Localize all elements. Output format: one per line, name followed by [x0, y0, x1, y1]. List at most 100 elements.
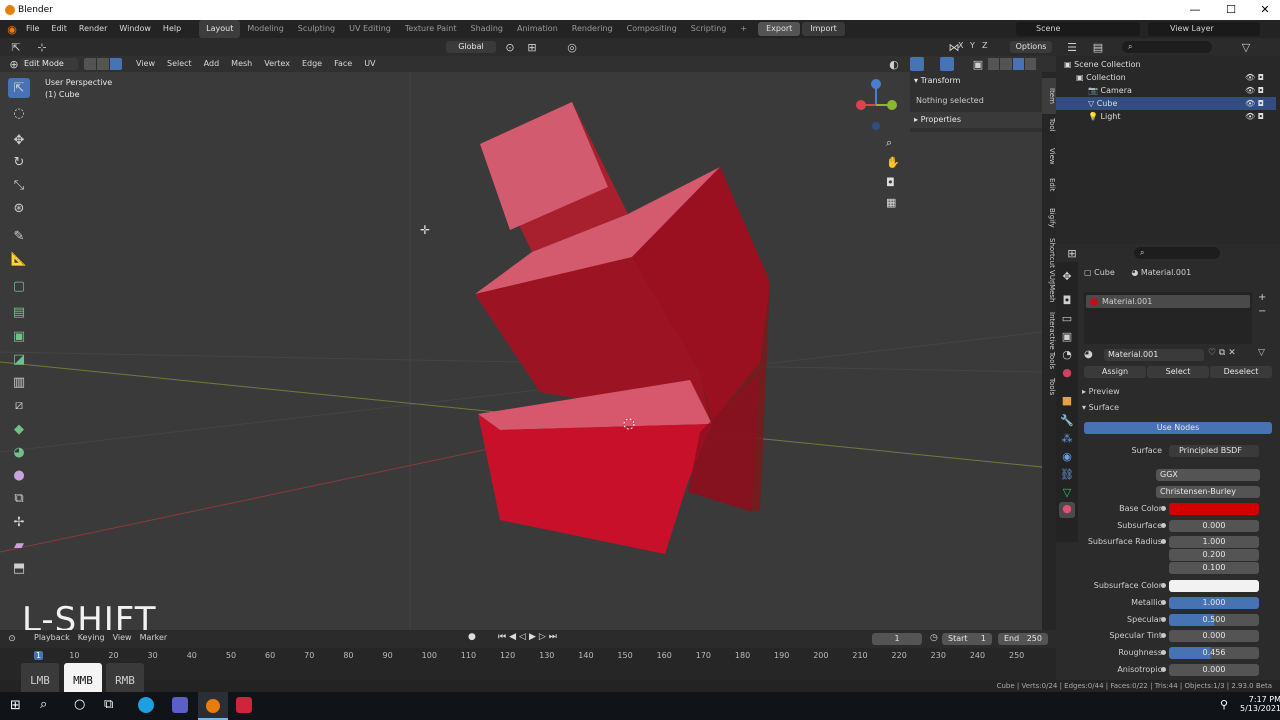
overlay-toggle-icon[interactable] [940, 57, 954, 71]
add-cube-tool-icon[interactable]: ▢ [8, 276, 30, 296]
prop-value-field[interactable]: 0.100 [1169, 562, 1259, 574]
prop-value-field[interactable]: 0.500 [1169, 614, 1259, 626]
surface-shader-field[interactable]: Principled BSDF [1169, 445, 1259, 457]
tab-texture-paint[interactable]: Texture Paint [398, 20, 464, 38]
tool-icon[interactable]: ⇱ [8, 39, 24, 55]
render-props-icon[interactable]: ◘ [1059, 292, 1075, 308]
taskbar-clock[interactable]: 7:17 PM 5/13/2021 [1240, 695, 1280, 713]
tab-sculpting[interactable]: Sculpting [291, 20, 342, 38]
tab-tools[interactable]: Tools [1042, 378, 1056, 395]
menu-window[interactable]: Window [113, 20, 157, 38]
maximize-button[interactable]: ☐ [1214, 0, 1248, 20]
keyframe-dot-icon[interactable] [1161, 539, 1166, 544]
tab-modeling[interactable]: Modeling [240, 20, 290, 38]
cursor-tool-icon[interactable]: ◌ [8, 103, 30, 123]
assign-button[interactable]: Assign [1084, 366, 1146, 378]
rendered-shading-icon[interactable] [1024, 58, 1036, 70]
timeline-menu-keying[interactable]: Keying [78, 633, 105, 645]
base-color-swatch[interactable] [1169, 503, 1259, 515]
timeline-menu-marker[interactable]: Marker [140, 633, 168, 645]
transform-panel-header[interactable]: ▾ Transform [914, 76, 960, 85]
timeline-menu-view[interactable]: View [113, 633, 132, 645]
smooth-tool-icon[interactable]: ● [8, 465, 30, 485]
face-select-icon[interactable] [110, 58, 122, 70]
display-mode-icon[interactable]: ▤ [1090, 39, 1106, 55]
timeline-menu-playback[interactable]: Playback [34, 633, 70, 645]
object-props-icon[interactable]: ■ [1059, 392, 1075, 408]
keyframe-dot-icon[interactable] [1161, 583, 1166, 588]
filter-icon[interactable]: ▽ [1238, 39, 1254, 55]
options-dropdown[interactable]: Options [1010, 41, 1052, 53]
timeline-track[interactable]: 1 10 20 30 40 50 60 70 80 90 100 110 120 130 140 150 160… [0, 648, 1056, 680]
windows-start-icon[interactable]: ⊞ [10, 698, 21, 713]
data-props-icon[interactable]: ▽ [1059, 484, 1075, 500]
edge-select-icon[interactable] [97, 58, 109, 70]
axis-z-toggle[interactable]: Z [982, 41, 987, 50]
menu-file[interactable]: File [20, 20, 45, 38]
app-icon[interactable] [172, 697, 188, 713]
vp-menu-edge[interactable]: Edge [296, 56, 328, 72]
tab-jmesh[interactable]: JMesh [1042, 282, 1056, 303]
prop-value-field[interactable]: 1.000 [1169, 597, 1259, 609]
task-view-icon[interactable]: ⧉ [104, 697, 113, 712]
tab-compositing[interactable]: Compositing [620, 20, 684, 38]
rotate-tool-icon[interactable]: ↻ [8, 152, 30, 172]
properties-panel-header[interactable]: ▸ Properties [910, 112, 1042, 128]
proportional-edit-icon[interactable]: ◎ [564, 39, 580, 55]
gizmo-toggle-icon[interactable] [910, 57, 924, 71]
deselect-button[interactable]: Deselect [1210, 366, 1272, 378]
ortho-toggle-icon[interactable]: ▦ [886, 196, 896, 209]
select-box-tool-icon[interactable]: ⇱ [8, 78, 30, 98]
rip-tool-icon[interactable]: ⬒ [8, 558, 30, 578]
camera-view-icon[interactable]: ◘ [886, 176, 895, 189]
edge-browser-icon[interactable] [138, 697, 154, 713]
vp-menu-face[interactable]: Face [328, 56, 358, 72]
outliner-item-cube[interactable]: ▽ Cube 👁 ◘ [1056, 97, 1276, 110]
current-frame-field[interactable]: 1 [872, 633, 922, 645]
use-nodes-button[interactable]: Use Nodes [1084, 422, 1272, 434]
keyframe-dot-icon[interactable] [1161, 523, 1166, 528]
start-frame-field[interactable]: Start 1 [942, 633, 992, 645]
tab-shortcut-vur[interactable]: Shortcut VUr [1042, 238, 1056, 283]
tool-props-icon[interactable]: ✥ [1059, 268, 1075, 284]
view-layer-selector[interactable]: View Layer [1148, 22, 1260, 36]
minimize-button[interactable]: — [1178, 0, 1212, 20]
spin-tool-icon[interactable]: ◕ [8, 442, 30, 462]
solid-shading-icon[interactable] [1000, 58, 1012, 70]
screencast-app-icon[interactable] [236, 697, 252, 713]
tab-view[interactable]: View [1042, 148, 1056, 165]
edge-slide-tool-icon[interactable]: ⧉ [8, 488, 30, 508]
measure-tool-icon[interactable]: 📐 [8, 249, 30, 269]
visibility-eye-icon[interactable]: 👁 ◘ [1245, 97, 1264, 110]
material-slot-item[interactable]: Material.001 [1086, 295, 1250, 308]
output-props-icon[interactable]: ▭ [1059, 310, 1075, 326]
prop-value-field[interactable]: 0.000 [1169, 520, 1259, 532]
timeline-editor-icon[interactable]: ⊙ [6, 633, 18, 645]
inset-tool-icon[interactable]: ▣ [8, 326, 30, 346]
keyframe-dot-icon[interactable] [1161, 506, 1166, 511]
tab-uv-editing[interactable]: UV Editing [342, 20, 398, 38]
prop-value-field[interactable]: 0.000 [1169, 664, 1259, 676]
add-workspace-button[interactable]: + [733, 20, 754, 38]
pan-hand-icon[interactable]: ✋ [886, 156, 900, 169]
tab-interactive-tools[interactable]: Interactive Tools [1042, 312, 1056, 369]
physics-props-icon[interactable]: ◉ [1059, 448, 1075, 464]
wireframe-shading-icon[interactable] [988, 58, 1000, 70]
world-props-icon[interactable]: ● [1059, 364, 1075, 380]
scale-tool-icon[interactable]: ⤡ [8, 175, 30, 195]
3d-viewport[interactable]: ✛ User Perspective (1) Cube ⌕ ✋ ◘ ▦ L-SH… [0, 72, 1042, 630]
add-slot-button[interactable]: + [1258, 292, 1266, 303]
tab-scripting[interactable]: Scripting [684, 20, 734, 38]
taskbar-blender[interactable] [198, 692, 228, 720]
tab-edit[interactable]: Edit [1042, 178, 1056, 192]
snap-icon[interactable]: ⊞ [524, 39, 540, 55]
slot-filter-icon[interactable]: ▽ [1258, 348, 1265, 358]
material-slot-list[interactable]: Material.001 [1084, 292, 1252, 344]
remove-slot-button[interactable]: − [1258, 306, 1266, 317]
shrink-fatten-tool-icon[interactable]: ✢ [8, 512, 30, 532]
vp-menu-select[interactable]: Select [161, 56, 198, 72]
end-frame-field[interactable]: End 250 [998, 633, 1048, 645]
keyframe-dot-icon[interactable] [1161, 633, 1166, 638]
poly-build-tool-icon[interactable]: ◆ [8, 419, 30, 439]
axis-y-toggle[interactable]: Y [970, 41, 975, 50]
